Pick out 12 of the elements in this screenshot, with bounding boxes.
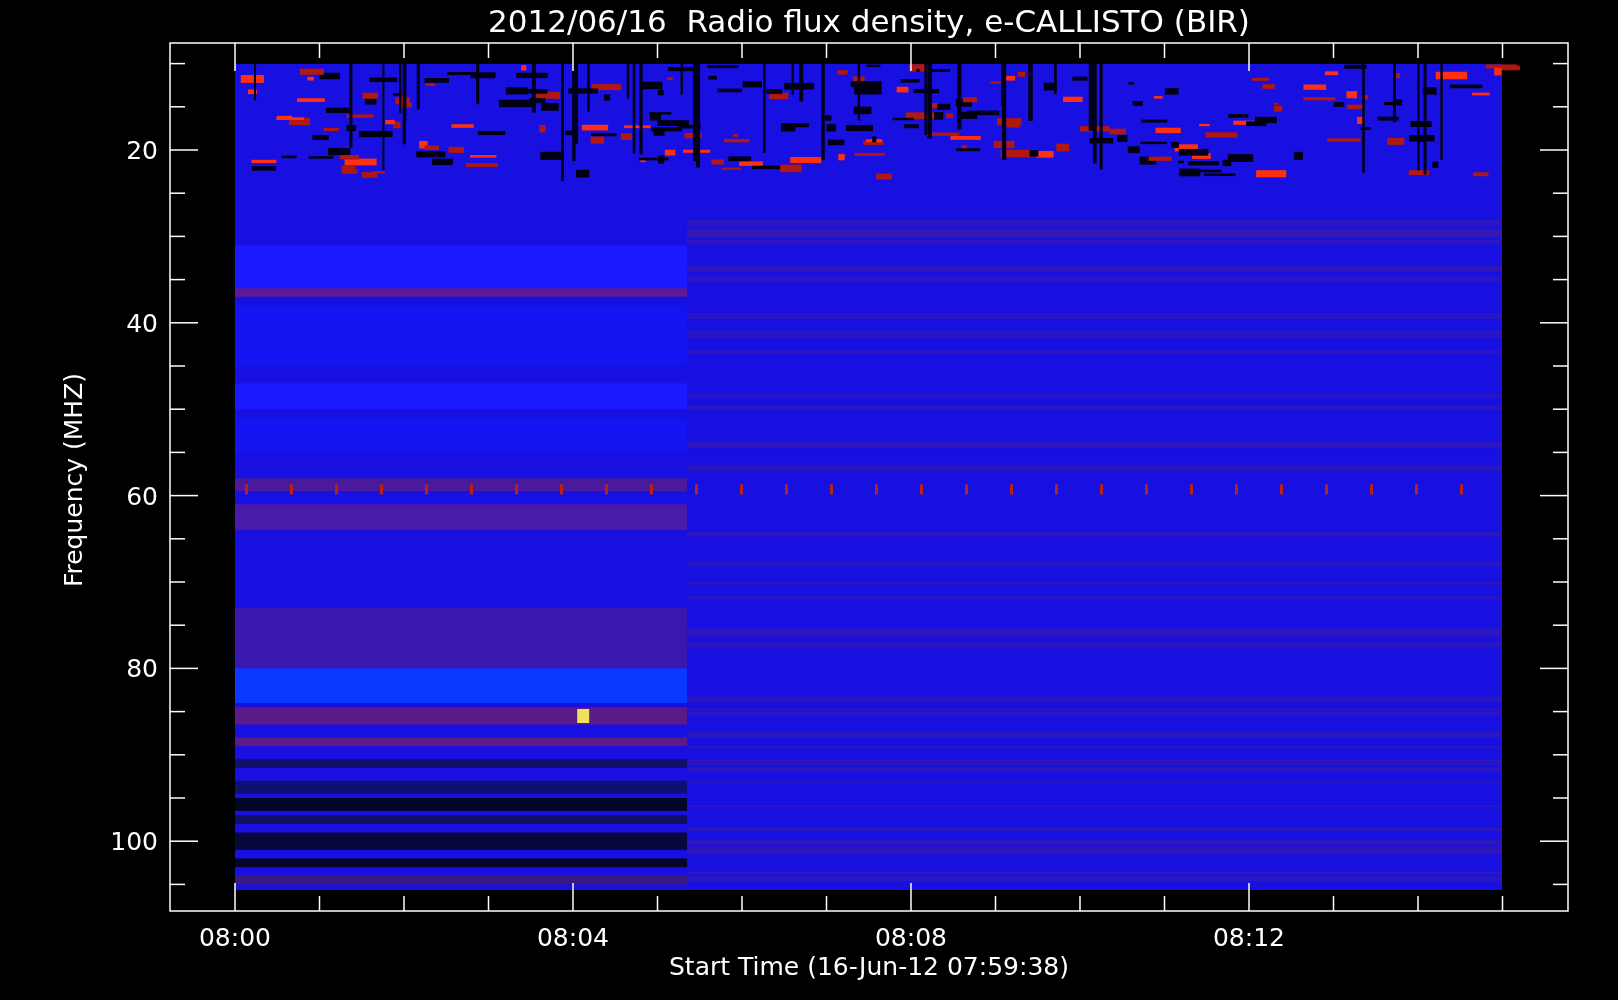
x-axis-label: Start Time (16-Jun-12 07:59:38) <box>669 952 1069 981</box>
y-tick-label: 60 <box>126 481 158 511</box>
x-tick-label: 08:12 <box>1213 923 1285 952</box>
y-tick-label: 40 <box>126 308 158 338</box>
x-tick-label: 08:00 <box>199 923 271 952</box>
y-tick-label: 20 <box>126 136 158 165</box>
chart-title: 2012/06/16 Radio flux density, e-CALLISTO (BIR) <box>488 3 1250 39</box>
x-tick-label: 08:04 <box>537 923 609 952</box>
y-tick-label: 100 <box>110 827 158 857</box>
x-tick-label: 08:08 <box>875 923 947 952</box>
y-axis-label: Frequency (MHZ) <box>59 372 88 588</box>
y-tick-label: 80 <box>126 654 158 684</box>
